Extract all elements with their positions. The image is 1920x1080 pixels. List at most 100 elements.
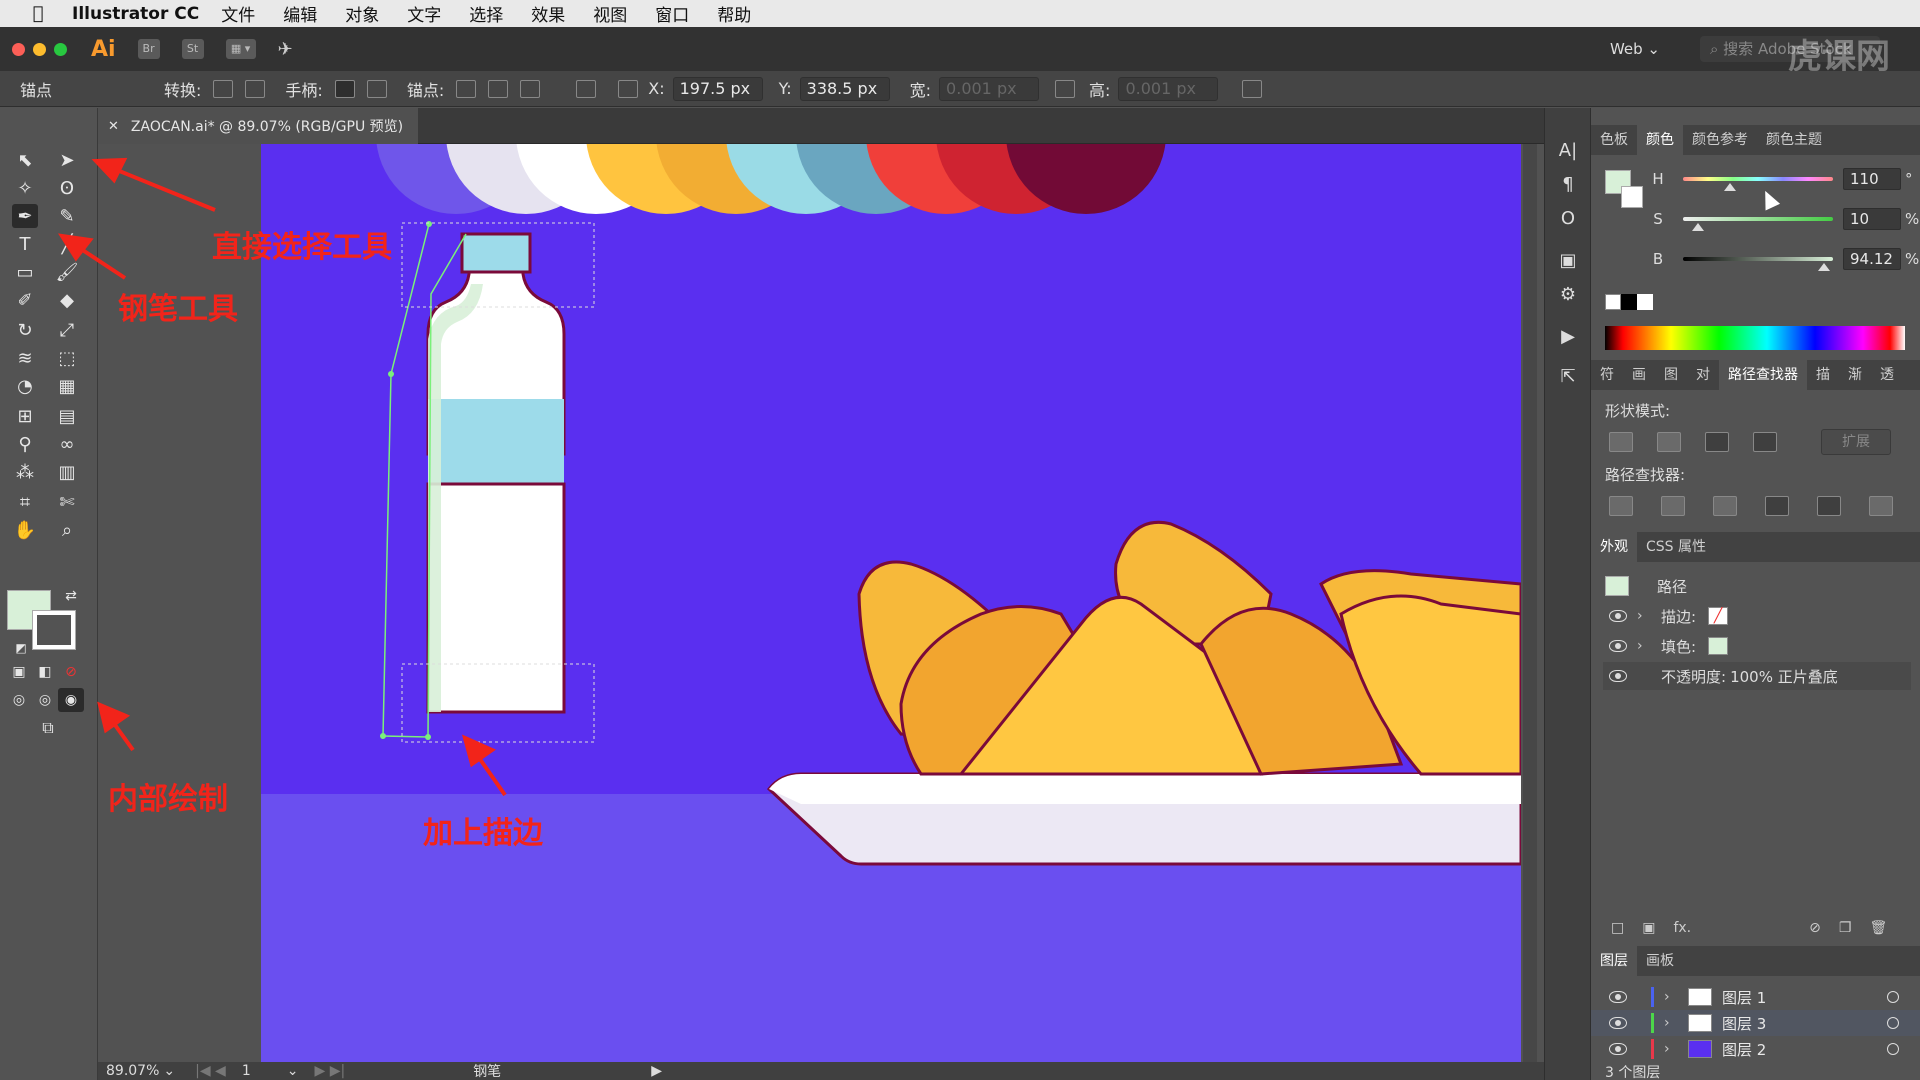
layer-row[interactable]: › 图层 1: [1591, 984, 1920, 1010]
anchor-point[interactable]: [388, 371, 394, 377]
default-colors-icon[interactable]: ◩: [8, 636, 34, 660]
eye-icon[interactable]: [1609, 640, 1627, 652]
menu-edit[interactable]: 编辑: [283, 1, 317, 26]
fill-row[interactable]: › 填色:: [1603, 632, 1911, 660]
fill-color-swatch[interactable]: [1708, 637, 1729, 655]
target-icon[interactable]: [1887, 1017, 1899, 1029]
menu-window[interactable]: 窗口: [655, 1, 689, 26]
menu-help[interactable]: 帮助: [717, 1, 751, 26]
stroke-swatch[interactable]: [32, 610, 76, 650]
white-color-swatch[interactable]: [1637, 294, 1653, 310]
chevron-right-icon[interactable]: ›: [1637, 638, 1647, 654]
color-mode-icon[interactable]: ▣: [6, 660, 32, 684]
bridge-button[interactable]: Br: [137, 39, 160, 59]
minus-back-button[interactable]: [1869, 496, 1893, 516]
target-icon[interactable]: [1887, 1043, 1899, 1055]
tab-symbols[interactable]: 符: [1591, 360, 1623, 390]
tab-color-themes[interactable]: 颜色主题: [1757, 125, 1831, 155]
layer-row[interactable]: › 图层 3: [1591, 1010, 1920, 1036]
magic-wand-tool-icon[interactable]: ✧: [12, 176, 38, 200]
target-icon[interactable]: [1887, 991, 1899, 1003]
tab-brushes[interactable]: 画: [1623, 360, 1655, 390]
exclude-button[interactable]: [1753, 432, 1777, 452]
mesh-tool-icon[interactable]: ⊞: [12, 404, 38, 428]
anchor-point[interactable]: [426, 221, 432, 227]
y-field[interactable]: 338.5 px: [799, 76, 890, 101]
libraries-panel-icon[interactable]: ▣: [1557, 250, 1579, 272]
tab-swatches[interactable]: 色板: [1591, 125, 1637, 155]
eraser-tool-icon[interactable]: ◆: [54, 288, 80, 312]
divide-button[interactable]: [1609, 496, 1633, 516]
crop-button[interactable]: [1765, 496, 1789, 516]
shaper-tool-icon[interactable]: ✐: [12, 288, 38, 312]
tab-align[interactable]: 对: [1687, 360, 1719, 390]
vertical-scrollbar[interactable]: [1523, 144, 1537, 1062]
expand-button[interactable]: 扩展: [1821, 429, 1891, 455]
perspective-grid-tool-icon[interactable]: ▦: [54, 374, 80, 398]
tab-artboards[interactable]: 画板: [1637, 946, 1683, 976]
width-tool-icon[interactable]: ≋: [12, 346, 38, 370]
duplicate-item-icon[interactable]: ❐: [1839, 920, 1852, 938]
workspace-switcher[interactable]: Web ⌄: [1610, 40, 1660, 58]
stroke-none-swatch[interactable]: ╱: [1708, 607, 1729, 625]
zoom-dropdown-icon[interactable]: ⌄: [163, 1063, 175, 1079]
trim-button[interactable]: [1661, 496, 1685, 516]
paragraph-panel-icon[interactable]: ¶: [1557, 174, 1579, 196]
tab-css-properties[interactable]: CSS 属性: [1637, 532, 1715, 562]
menu-view[interactable]: 视图: [593, 1, 627, 26]
tab-color[interactable]: 颜色: [1637, 125, 1683, 155]
apple-icon[interactable]: : [18, 3, 58, 24]
brightness-slider-knob[interactable]: [1818, 263, 1830, 271]
tab-color-guide[interactable]: 颜色参考: [1683, 125, 1757, 155]
color-spectrum-bar[interactable]: [1605, 326, 1905, 350]
align-anchor-icon[interactable]: [618, 79, 639, 98]
chevron-right-icon[interactable]: ›: [1664, 989, 1674, 1005]
tab-layers[interactable]: 图层: [1591, 946, 1637, 976]
status-menu-icon[interactable]: ▶: [651, 1063, 662, 1079]
eye-icon[interactable]: [1609, 991, 1627, 1003]
cut-path-icon[interactable]: [488, 79, 509, 98]
draw-normal-icon[interactable]: ◎: [6, 688, 32, 712]
actions-panel-icon[interactable]: ▶: [1557, 326, 1579, 348]
artboard-dropdown-icon[interactable]: ⌄: [287, 1063, 299, 1079]
app-name-menu[interactable]: Illustrator CC: [72, 4, 199, 24]
tab-pathfinder[interactable]: 路径查找器: [1719, 360, 1807, 390]
first-artboard-icon[interactable]: |◀ ◀: [195, 1063, 226, 1079]
asset-export-icon[interactable]: ⚙: [1557, 284, 1579, 306]
draw-behind-icon[interactable]: ◎: [32, 688, 58, 712]
hue-slider[interactable]: [1683, 177, 1833, 191]
tab-stroke[interactable]: 描: [1807, 360, 1839, 390]
anchor-point[interactable]: [380, 733, 386, 739]
symbol-sprayer-tool-icon[interactable]: ⁂: [12, 460, 38, 484]
shape-builder-tool-icon[interactable]: ◔: [12, 374, 38, 398]
line-tool-icon[interactable]: ╱: [54, 232, 80, 256]
saturation-slider-knob[interactable]: [1692, 223, 1704, 231]
select-similar-icon[interactable]: [576, 79, 597, 98]
width-field[interactable]: 0.001 px: [939, 76, 1040, 101]
opentype-panel-icon[interactable]: O: [1557, 208, 1579, 230]
convert-corner-icon[interactable]: [213, 79, 234, 98]
anchor-point[interactable]: [425, 734, 431, 740]
document-tab[interactable]: ✕ ZAOCAN.ai* @ 89.07% (RGB/GPU 预览): [98, 108, 418, 144]
selection-tool-icon[interactable]: ⬉: [12, 148, 38, 172]
brightness-slider[interactable]: [1683, 257, 1833, 271]
x-field[interactable]: 197.5 px: [672, 76, 763, 101]
menu-effect[interactable]: 效果: [531, 1, 565, 26]
slice-tool-icon[interactable]: ✄: [54, 490, 80, 514]
isolate-icon[interactable]: [520, 79, 541, 98]
artboard-number[interactable]: 1: [242, 1063, 251, 1079]
outline-button[interactable]: [1817, 496, 1841, 516]
curvature-tool-icon[interactable]: ✎: [54, 204, 80, 228]
add-fill-icon[interactable]: ▣: [1642, 920, 1655, 938]
character-panel-icon[interactable]: A|: [1557, 140, 1579, 162]
minus-front-button[interactable]: [1657, 432, 1681, 452]
gradient-tool-icon[interactable]: ▤: [54, 404, 80, 428]
tab-graphic-styles[interactable]: 图: [1655, 360, 1687, 390]
type-tool-icon[interactable]: T: [12, 232, 38, 256]
opacity-row[interactable]: 不透明度: 100% 正片叠底: [1603, 662, 1911, 690]
stock-button[interactable]: St: [181, 39, 204, 59]
rectangle-tool-icon[interactable]: ▭: [12, 260, 38, 284]
eyedropper-tool-icon[interactable]: ⚲: [12, 432, 38, 456]
zoom-level-field[interactable]: 89.07%: [106, 1063, 159, 1079]
swap-fill-stroke-icon[interactable]: ⇄: [58, 584, 84, 608]
